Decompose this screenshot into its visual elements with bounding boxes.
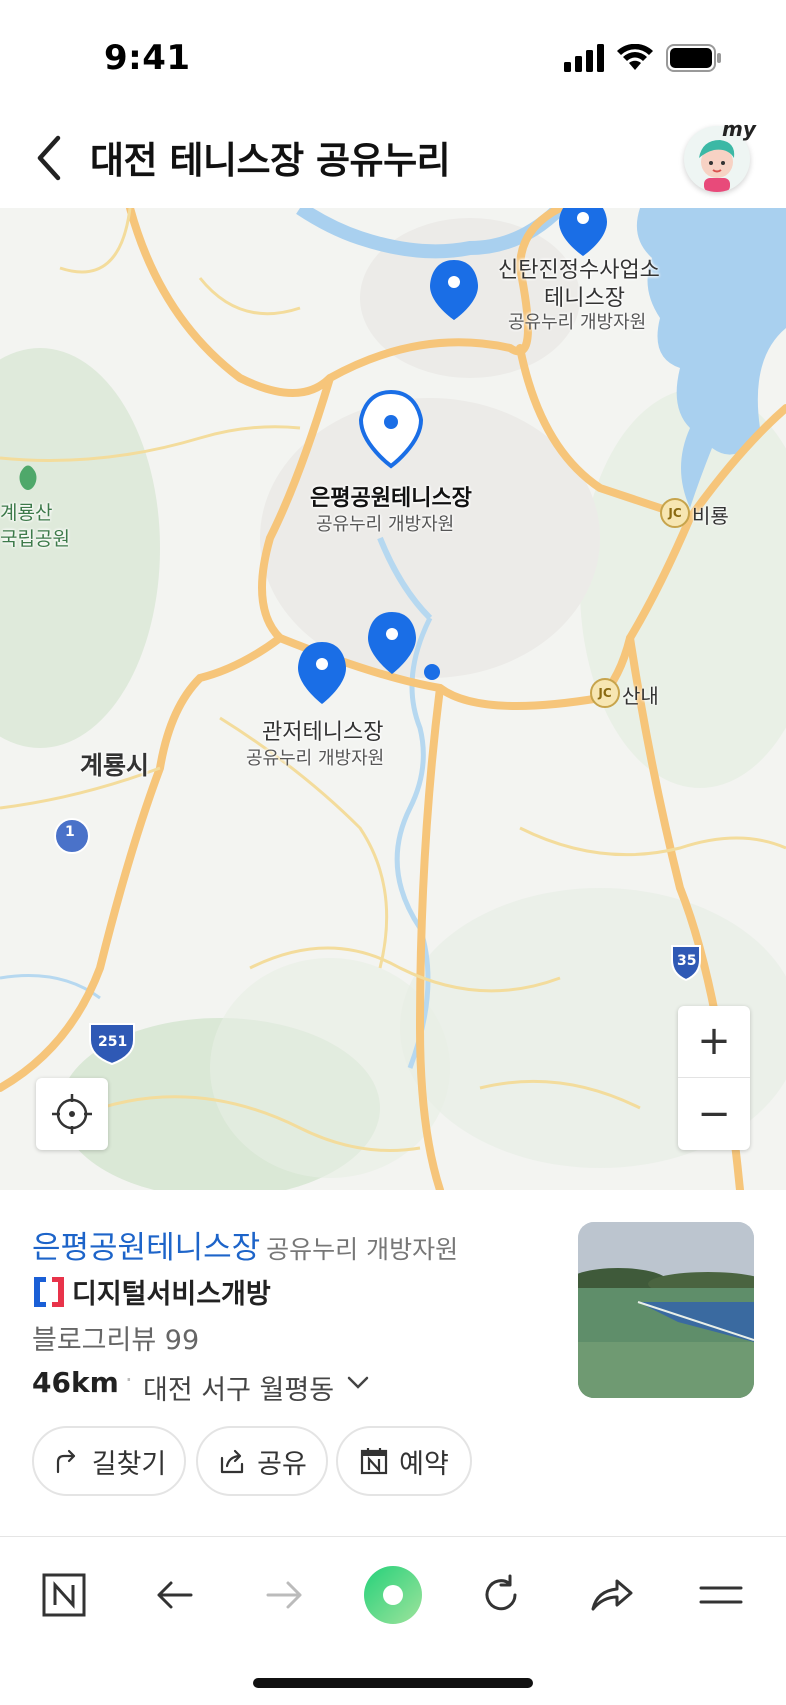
jc-name-sannae: 산내 bbox=[622, 684, 659, 708]
home-indicator bbox=[253, 1678, 533, 1688]
route-251-number: 251 bbox=[98, 1034, 128, 1050]
forward-button[interactable] bbox=[249, 1560, 319, 1630]
jc-badge-biryong: JC bbox=[660, 498, 690, 528]
zoom-controls: + − bbox=[678, 1006, 750, 1150]
refresh-button[interactable] bbox=[466, 1560, 536, 1630]
status-bar: 9:41 bbox=[0, 0, 786, 110]
route-35-number: 35 bbox=[677, 953, 697, 969]
menu-button[interactable] bbox=[686, 1560, 756, 1630]
label-gwanjeo-name: 관저테니스장 bbox=[262, 720, 384, 745]
naver-home-button[interactable] bbox=[29, 1560, 99, 1630]
separator-dot: · bbox=[125, 1366, 133, 1394]
directions-icon bbox=[56, 1449, 75, 1474]
my-tag: my bbox=[722, 117, 756, 141]
back-chevron-icon[interactable] bbox=[30, 130, 70, 186]
reserve-button[interactable]: 예약 bbox=[336, 1426, 472, 1496]
label-gwanjeo-sub: 공유누리 개방자원 bbox=[246, 748, 385, 769]
green-dot-icon bbox=[364, 1566, 422, 1624]
green-dot-button[interactable] bbox=[358, 1560, 428, 1630]
chevron-down-icon[interactable] bbox=[344, 1368, 372, 1396]
label-park2: 국립공원 bbox=[0, 528, 70, 550]
back-arrow-icon bbox=[157, 1581, 193, 1609]
back-button[interactable] bbox=[140, 1560, 210, 1630]
label-eunpyeong-sub: 공유누리 개방자원 bbox=[316, 514, 455, 535]
blog-review-count[interactable]: 블로그리뷰 99 bbox=[32, 1318, 199, 1357]
reserve-label: 예약 bbox=[399, 1448, 449, 1480]
naver-home-icon bbox=[42, 1573, 86, 1617]
distance: 46km bbox=[32, 1366, 119, 1399]
wifi-icon bbox=[617, 44, 653, 70]
page-title: 대전 테니스장 공유누리 bbox=[90, 139, 451, 182]
share-label: 공유 bbox=[257, 1448, 307, 1480]
jc-name-biryong: 비룡 bbox=[692, 504, 729, 528]
label-eunpyeong-name: 은평공원테니스장 bbox=[310, 486, 472, 511]
signal-icon bbox=[564, 44, 604, 72]
place-title-row[interactable]: 은평공원테니스장 공유누리 개방자원 bbox=[32, 1222, 458, 1267]
share-button[interactable]: 공유 bbox=[196, 1426, 328, 1496]
zoom-out-button[interactable]: − bbox=[678, 1078, 750, 1150]
directions-button[interactable]: 길찾기 bbox=[32, 1426, 186, 1496]
digital-service-logo-icon bbox=[34, 1277, 64, 1307]
share-arrow-icon bbox=[591, 1579, 633, 1611]
label-sintan-sub: 공유누리 개방자원 bbox=[508, 312, 647, 333]
zoom-in-button[interactable]: + bbox=[678, 1006, 750, 1078]
route-1-number: 1 bbox=[65, 824, 75, 840]
tennis-court-photo bbox=[578, 1222, 754, 1398]
crosshair-icon bbox=[52, 1094, 92, 1134]
place-thumbnail[interactable] bbox=[578, 1222, 754, 1398]
jc-badge-sannae: JC bbox=[590, 678, 620, 708]
menu-icon bbox=[699, 1586, 743, 1604]
forward-arrow-icon bbox=[266, 1581, 302, 1609]
brand-name: 디지털서비스개방 bbox=[72, 1279, 271, 1310]
battery-icon bbox=[666, 44, 721, 72]
current-location-button[interactable] bbox=[36, 1078, 108, 1150]
status-time: 9:41 bbox=[104, 38, 191, 78]
refresh-icon bbox=[485, 1574, 517, 1611]
directions-label: 길찾기 bbox=[91, 1448, 167, 1480]
label-park1: 계룡산 bbox=[0, 502, 53, 524]
place-category: 공유누리 개방자원 bbox=[266, 1235, 459, 1264]
share-icon bbox=[221, 1449, 244, 1474]
label-city: 계룡시 bbox=[80, 751, 150, 780]
share-page-button[interactable] bbox=[576, 1560, 646, 1630]
map-view[interactable]: 신탄진정수사업소 테니스장 공유누리 개방자원 은평공원테니스장 공유누리 개방… bbox=[0, 208, 786, 1190]
calendar-icon bbox=[361, 1448, 388, 1475]
place-name[interactable]: 은평공원테니스장 bbox=[32, 1230, 260, 1266]
address[interactable]: 대전 서구 월평동 bbox=[143, 1368, 334, 1407]
